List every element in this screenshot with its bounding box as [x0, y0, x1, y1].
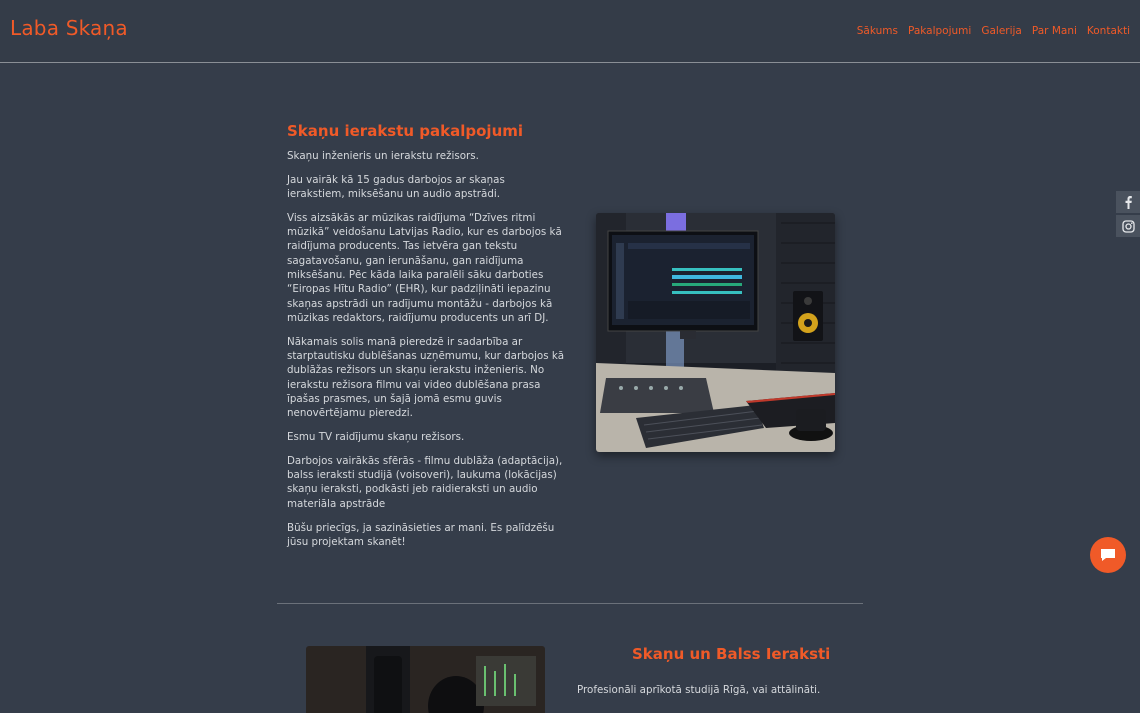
services-section: Skaņu ierakstu pakalpojumi Skaņu inženie…: [287, 122, 565, 559]
services-title: Skaņu ierakstu pakalpojumi: [287, 122, 524, 140]
nav-link-gallery[interactable]: Galerija: [981, 25, 1022, 37]
about-paragraph: Darbojos vairākās sfērās - filmu dublāža…: [287, 454, 563, 510]
nav-link-home[interactable]: Sākums: [857, 25, 898, 37]
site-logo[interactable]: Laba Skaņa: [10, 16, 128, 40]
studio-photo: [596, 213, 835, 452]
chat-icon: [1101, 549, 1115, 561]
nav-link-contacts[interactable]: Kontakti: [1087, 25, 1130, 37]
social-sidebar: [1116, 191, 1140, 239]
voice-recording-title: Skaņu un Balss Ieraksti: [632, 645, 831, 663]
about-paragraph: Nākamais solis manā pieredzē ir sadarbīb…: [287, 335, 565, 420]
facebook-icon[interactable]: [1116, 191, 1140, 213]
chat-button[interactable]: [1090, 537, 1126, 573]
microphone-photo: [306, 646, 545, 713]
nav-link-about[interactable]: Par Mani: [1032, 25, 1077, 37]
nav-link-services[interactable]: Pakalpojumi: [908, 25, 971, 37]
about-paragraph: Esmu TV raidījumu skaņu režisors.: [287, 431, 465, 444]
about-paragraph: Jau vairāk kā 15 gadus darbojos ar skaņa…: [287, 173, 505, 201]
section-divider: [277, 603, 863, 604]
site-header: Laba Skaņa Sākums Pakalpojumi Galerija P…: [0, 0, 1140, 63]
voice-recording-text: Profesionāli aprīkotā studijā Rīgā, vai …: [577, 684, 821, 696]
instagram-icon[interactable]: [1116, 215, 1140, 237]
main-nav: Sākums Pakalpojumi Galerija Par Mani Kon…: [857, 25, 1130, 37]
about-paragraph: Viss aizsākās ar mūzikas raidījuma “Dzīv…: [287, 211, 562, 324]
about-paragraph: Būšu priecīgs, ja sazināsieties ar mani.…: [287, 521, 555, 548]
about-paragraph: Skaņu inženieris un ierakstu režisors.: [287, 150, 479, 162]
